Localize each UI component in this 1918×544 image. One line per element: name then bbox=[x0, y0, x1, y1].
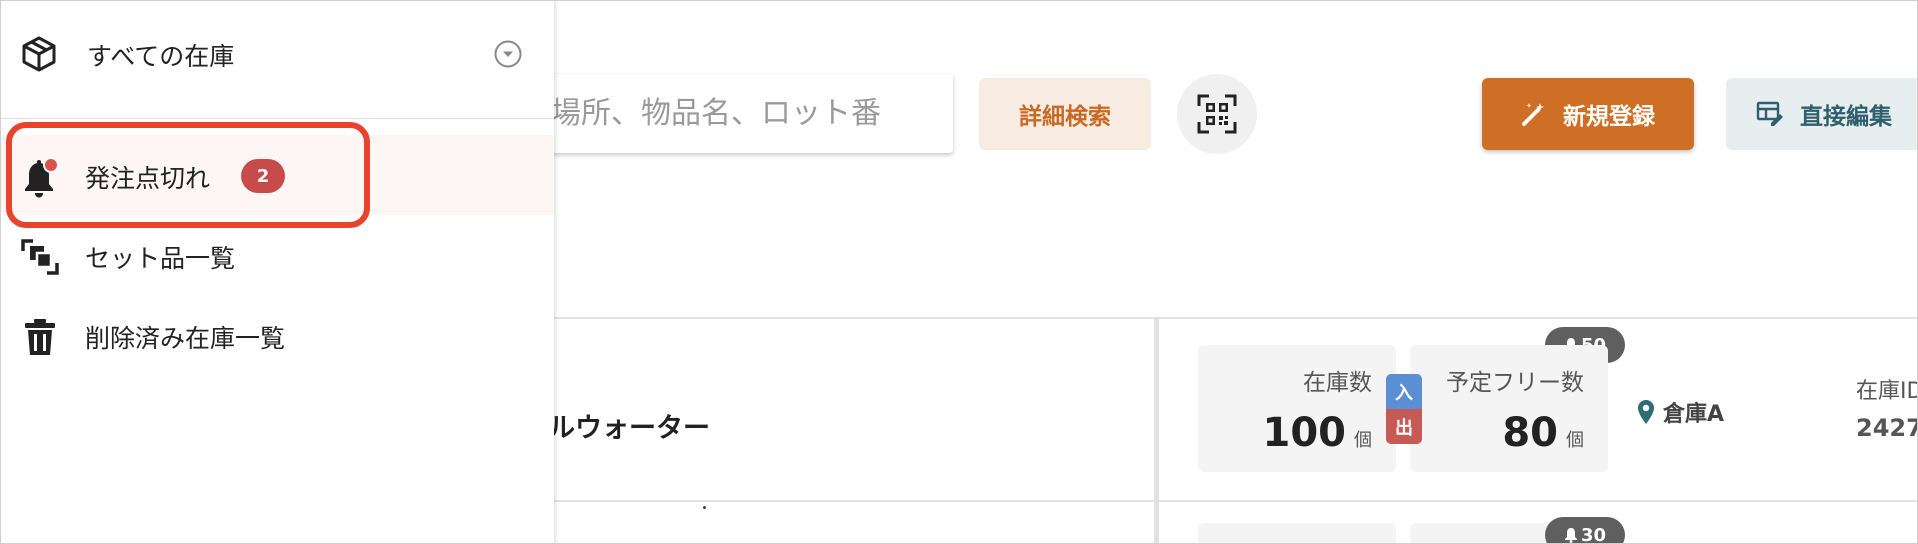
row2-threshold-badge: 30 bbox=[1545, 517, 1625, 544]
stock-id-value: 2427 bbox=[1856, 414, 1918, 442]
side-drawer: すべての在庫 発注点切れ 2 セット品一覧 削除済み在庫一覧 bbox=[1, 1, 554, 543]
bell-small-icon bbox=[1564, 528, 1577, 543]
free-count-card: 予定フリー数 80 個 bbox=[1410, 345, 1608, 472]
new-register-label: 新規登録 bbox=[1563, 104, 1655, 130]
table-row-divider bbox=[554, 500, 1917, 502]
qr-scan-button[interactable] bbox=[1177, 74, 1257, 154]
stock-count-unit: 個 bbox=[1354, 430, 1372, 451]
nav-item-deleted-stock[interactable]: 削除済み在庫一覧 bbox=[1, 295, 554, 375]
reorder-alert-count-badge: 2 bbox=[241, 159, 285, 193]
search-input[interactable] bbox=[501, 74, 953, 153]
trash-icon bbox=[25, 319, 55, 355]
free-count-value: 80 bbox=[1502, 410, 1558, 456]
set-icon bbox=[21, 239, 59, 275]
direct-edit-label: 直接編集 bbox=[1800, 104, 1892, 130]
location: 倉庫A bbox=[1637, 396, 1724, 428]
nav-item-label: セット品一覧 bbox=[85, 244, 236, 273]
row2-threshold-value: 30 bbox=[1580, 524, 1607, 544]
row2-stock-card bbox=[1198, 523, 1396, 543]
app-frame: 詳細検索 新規登録 bbox=[0, 0, 1918, 544]
scope-title: すべての在庫 bbox=[87, 42, 235, 71]
nav-item-set-products[interactable]: セット品一覧 bbox=[1, 215, 554, 295]
nav-item-label: 削除済み在庫一覧 bbox=[85, 324, 286, 353]
box-icon bbox=[22, 36, 56, 72]
stock-count-label: 在庫数 bbox=[1303, 370, 1372, 396]
stock-count-card: 在庫数 100 個 bbox=[1198, 345, 1396, 472]
table-edit-icon bbox=[1756, 101, 1783, 126]
stock-id-label: 在庫ID bbox=[1856, 379, 1918, 404]
row2-product-mark bbox=[703, 506, 706, 509]
search-box[interactable] bbox=[501, 74, 953, 153]
stock-out-button[interactable]: 出 bbox=[1386, 409, 1422, 444]
stock-in-button[interactable]: 入 bbox=[1386, 374, 1422, 409]
table-top-line bbox=[554, 317, 1917, 319]
chevron-down-circle-icon[interactable] bbox=[493, 39, 523, 69]
magic-wand-icon bbox=[1522, 103, 1544, 126]
inventory-scope-selector[interactable]: すべての在庫 bbox=[1, 1, 554, 119]
location-name: 倉庫A bbox=[1663, 402, 1725, 427]
in-out-buttons: 入 出 bbox=[1386, 374, 1422, 444]
nav-item-reorder-alert[interactable]: 発注点切れ 2 bbox=[1, 135, 554, 215]
direct-edit-button[interactable]: 直接編集 bbox=[1726, 78, 1917, 150]
qr-code-icon bbox=[1197, 94, 1237, 134]
free-count-unit: 個 bbox=[1566, 430, 1584, 451]
free-count-label: 予定フリー数 bbox=[1446, 370, 1584, 396]
advanced-search-button[interactable]: 詳細検索 bbox=[979, 78, 1151, 150]
bell-icon bbox=[25, 157, 59, 198]
column-separator bbox=[1154, 317, 1159, 543]
stock-count-value: 100 bbox=[1262, 410, 1347, 456]
new-register-button[interactable]: 新規登録 bbox=[1482, 78, 1694, 150]
location-pin-icon bbox=[1638, 400, 1654, 424]
nav-item-label: 発注点切れ bbox=[85, 164, 211, 193]
